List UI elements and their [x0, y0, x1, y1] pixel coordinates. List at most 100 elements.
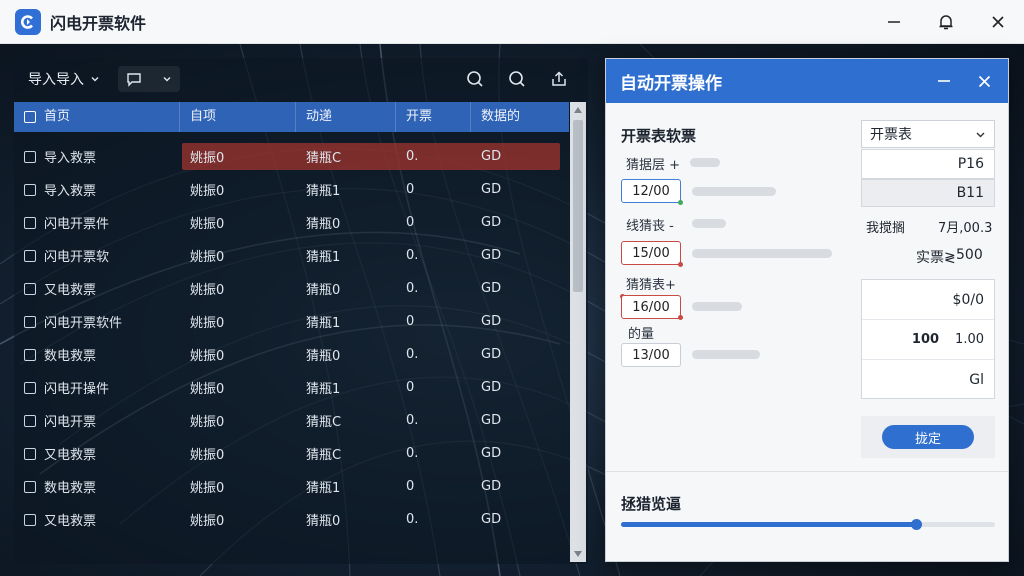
kv-value-2: 500 [956, 247, 983, 263]
row-name: 又电救票 [44, 448, 97, 463]
chevron-down-icon [163, 77, 171, 82]
header-col2[interactable]: 自项 [180, 102, 296, 132]
row-cell-4: 0. [406, 149, 419, 164]
row-checkbox[interactable] [24, 282, 36, 295]
row-checkbox[interactable] [24, 216, 36, 229]
table-scrollbar[interactable] [570, 102, 586, 562]
summary-box: $0/0 100 1.00 Gl [861, 279, 995, 399]
app-title: 闪电开票软件 [50, 13, 147, 33]
table-row[interactable]: 又电救票 姚振0 猜瓶0 0. GD [14, 272, 569, 305]
row-cell-3: 猜瓶0 [306, 349, 341, 364]
header-home[interactable]: 首页 [14, 102, 180, 132]
value-box-1: P16 [861, 149, 995, 179]
confirm-button[interactable]: 拢定 [882, 425, 974, 449]
close-icon [992, 16, 1004, 28]
row-cell-4: 0. [406, 446, 419, 461]
row-name: 导入救票 [44, 151, 97, 166]
amount-input-4[interactable]: 13/00 [621, 343, 681, 367]
table-row[interactable]: 数电救票 姚振0 猜瓶0 0. GD [14, 338, 569, 371]
placeholder-bar [692, 219, 726, 228]
row-cell-5: GD [481, 479, 502, 494]
dialog-header: 自动开票操作 [606, 59, 1008, 103]
row-cell-3: 猜瓶0 [306, 283, 341, 298]
row-checkbox[interactable] [24, 348, 36, 361]
list-toolbar: 导入导入 [14, 58, 588, 100]
row-name-cell: 又电救票 [14, 279, 180, 298]
chevron-down-icon [91, 77, 99, 82]
row-cell-3: 猜瓶1 [306, 250, 341, 265]
row-cell-4: 0 [406, 479, 415, 494]
minimize-button[interactable] [868, 0, 920, 44]
amount-input-1[interactable]: 12/00 [621, 179, 681, 203]
auto-invoice-dialog: 自动开票操作 开票表软票 猜据层 + 12/00 线猜丧 - 15/00 猜猜表… [605, 58, 1009, 562]
row-cell-2: 姚振0 [190, 448, 225, 463]
progress-slider[interactable] [621, 519, 995, 530]
row-name: 导入救票 [44, 184, 97, 199]
header-col5[interactable]: 数据的 [471, 102, 569, 132]
table-row[interactable]: 闪电开票软件 姚振0 猜瓶1 0 GD [14, 305, 569, 338]
placeholder-bar [690, 158, 720, 167]
row-name: 闪电开票软件 [44, 316, 123, 331]
row-cell-4: 0. [406, 512, 419, 527]
row-name-cell: 导入救票 [14, 180, 180, 199]
row-cell-4: 0 [406, 215, 415, 230]
row-cell-5: GD [481, 446, 502, 461]
table-row[interactable]: 闪电开操件 姚振0 猜瓶1 0 GD [14, 371, 569, 404]
close-icon [978, 75, 990, 87]
select-all-checkbox[interactable] [24, 110, 36, 123]
export-button[interactable] [546, 66, 572, 92]
row-checkbox[interactable] [24, 480, 36, 493]
row-name: 闪电开票 [44, 415, 97, 430]
row-checkbox[interactable] [24, 249, 36, 262]
import-menu[interactable]: 导入导入 [28, 69, 100, 89]
table-row[interactable]: 导入救票 姚振0 猜瓶C 0. GD [14, 140, 569, 173]
row-checkbox[interactable] [24, 150, 36, 163]
table-row[interactable]: 闪电开票软 姚振0 猜瓶1 0. GD [14, 239, 569, 272]
dialog-close-button[interactable] [964, 59, 1004, 103]
row-cell-2: 姚振0 [190, 349, 225, 364]
close-window-button[interactable] [972, 0, 1024, 44]
row-cell-4: 0. [406, 281, 419, 296]
row-name: 数电救票 [44, 349, 97, 364]
row-cell-2: 姚振0 [190, 184, 225, 199]
summary-value: $0/0 [952, 291, 984, 308]
table-row[interactable]: 又电救票 姚振0 猜瓶C 0. GD [14, 437, 569, 470]
dialog-minimize-button[interactable] [924, 59, 964, 103]
row-cell-3: 猜瓶C [306, 415, 342, 430]
notification-button[interactable] [920, 0, 972, 44]
amount-input-2[interactable]: 15/00 [621, 241, 681, 265]
row-cell-4: 0. [406, 413, 419, 428]
placeholder-bar [692, 249, 832, 258]
search-button[interactable] [504, 66, 530, 92]
header-label: 首页 [44, 109, 71, 124]
row-checkbox[interactable] [24, 414, 36, 427]
value-box-2: B11 [861, 179, 995, 207]
row-name: 又电救票 [44, 283, 97, 298]
view-dropdown[interactable] [118, 66, 180, 92]
row-cell-5: GD [481, 248, 502, 263]
table-row[interactable]: 数电救票 姚振0 猜瓶1 0 GD [14, 470, 569, 503]
row-cell-5: GD [481, 182, 502, 197]
amount-input-3[interactable]: 16/00 [621, 295, 681, 319]
table-row[interactable]: 闪电开票 姚振0 猜瓶C 0. GD [14, 404, 569, 437]
table-body: 导入救票 姚振0 猜瓶C 0. GD 导入救票 姚振0 猜瓶1 0 GD 闪电开票件 姚振0 猜瓶0 0 G… [14, 140, 569, 536]
slider-thumb[interactable] [911, 519, 923, 530]
filter-search-button[interactable] [462, 66, 488, 92]
row-checkbox[interactable] [24, 315, 36, 328]
header-col3[interactable]: 动递 [296, 102, 396, 132]
row-checkbox[interactable] [24, 381, 36, 394]
header-col4[interactable]: 开票 [396, 102, 471, 132]
row-checkbox[interactable] [24, 183, 36, 196]
row-checkbox[interactable] [24, 447, 36, 460]
row-cell-2: 姚振0 [190, 283, 225, 298]
scroll-up-button[interactable] [570, 102, 586, 118]
scroll-down-button[interactable] [570, 546, 586, 562]
table-row[interactable]: 闪电开票件 姚振0 猜瓶0 0 GD [14, 206, 569, 239]
row-cell-5: GD [481, 380, 502, 395]
scroll-thumb[interactable] [573, 120, 583, 292]
table-row[interactable]: 导入救票 姚振0 猜瓶1 0 GD [14, 173, 569, 206]
invoice-type-select[interactable]: 开票表 [861, 120, 995, 148]
row-checkbox[interactable] [24, 513, 36, 526]
summary-row-3: Gl [862, 360, 994, 400]
table-row[interactable]: 又电救票 姚振0 猜瓶0 0. GD [14, 503, 569, 536]
